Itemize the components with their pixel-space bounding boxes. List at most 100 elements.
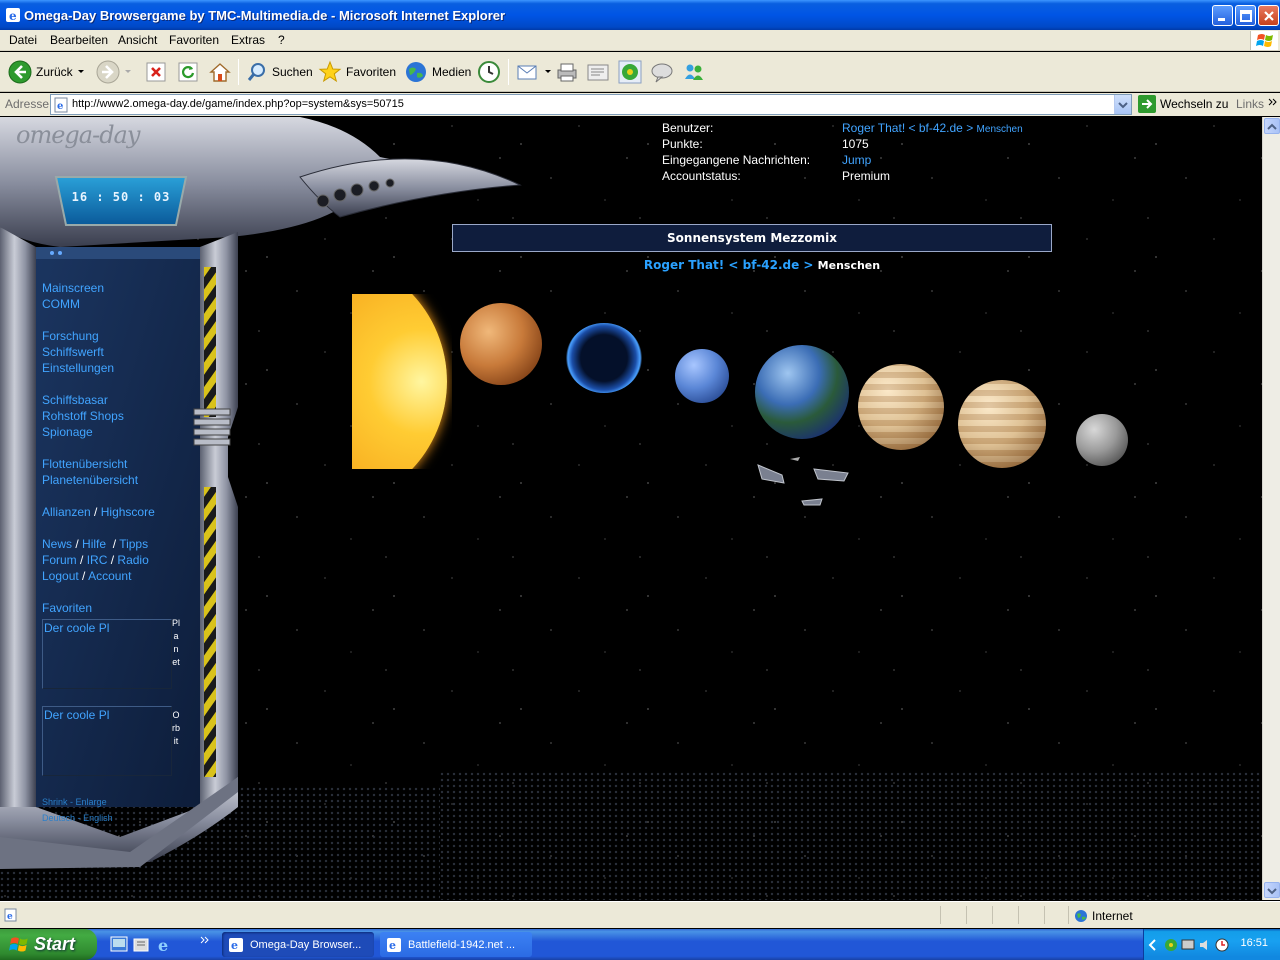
- stop-button[interactable]: [145, 58, 167, 86]
- history-button[interactable]: [477, 58, 501, 86]
- scroll-down-button[interactable]: [1264, 882, 1280, 898]
- nav-einstellungen[interactable]: Einstellungen: [42, 360, 114, 376]
- nav-forschung[interactable]: Forschung: [42, 328, 114, 344]
- nav-irc[interactable]: IRC: [87, 553, 108, 567]
- scroll-up-button[interactable]: [1264, 118, 1280, 134]
- english-link[interactable]: English: [83, 813, 113, 823]
- nav-group-community: News / Hilfe / Tipps Forum / IRC / Radio…: [42, 536, 149, 584]
- nav-rohstoff-shops[interactable]: Rohstoff Shops: [42, 408, 124, 424]
- planet-4[interactable]: [755, 345, 849, 439]
- stop-icon: [146, 62, 166, 82]
- discuss-button[interactable]: [650, 58, 674, 86]
- menu-ansicht[interactable]: Ansicht: [118, 33, 157, 47]
- favorite-planet-name[interactable]: Der coole Pl: [44, 621, 109, 635]
- favorites-button[interactable]: Favoriten: [318, 58, 396, 86]
- fleet-ships[interactable]: [752, 453, 852, 513]
- refresh-button[interactable]: [177, 58, 199, 86]
- quicklaunch-explorer-icon[interactable]: [110, 936, 128, 954]
- menu-favoriten[interactable]: Favoriten: [169, 33, 219, 47]
- task-omega-day[interactable]: e Omega-Day Browser...: [222, 932, 374, 957]
- tray-volume-icon[interactable]: [1198, 938, 1212, 952]
- ie-icon: e: [229, 937, 243, 952]
- user-value[interactable]: Roger That! < bf-42.de > Menschen: [842, 121, 1023, 135]
- omega-day-logo: omega-day: [16, 121, 140, 149]
- links-toolbar[interactable]: Links: [1236, 97, 1264, 111]
- address-dropdown-button[interactable]: [1114, 95, 1131, 114]
- favorite-orbit-box[interactable]: Der coole Pl: [42, 706, 172, 776]
- nav-spionage[interactable]: Spionage: [42, 424, 124, 440]
- menu-help[interactable]: ?: [278, 33, 285, 47]
- nav-separator: /: [112, 537, 117, 551]
- refresh-icon: [178, 62, 198, 82]
- quicklaunch-ie-icon[interactable]: e: [156, 936, 174, 954]
- nav-highscore[interactable]: Highscore: [101, 505, 155, 519]
- quicklaunch-desktop-icon[interactable]: [133, 936, 151, 954]
- shrink-link[interactable]: Shrink: [42, 797, 68, 807]
- nav-tipps[interactable]: Tipps: [119, 537, 148, 551]
- close-button[interactable]: [1258, 5, 1279, 26]
- tray-clock-icon[interactable]: [1215, 938, 1229, 952]
- planet-5[interactable]: [858, 364, 944, 450]
- forward-button[interactable]: [96, 58, 132, 86]
- nav-schiffswerft[interactable]: Schiffswerft: [42, 344, 114, 360]
- planet-6[interactable]: [958, 380, 1046, 468]
- minimize-button[interactable]: [1212, 5, 1233, 26]
- mail-button[interactable]: [516, 58, 552, 86]
- nav-forum[interactable]: Forum: [42, 553, 77, 567]
- menu-datei[interactable]: Datei: [9, 33, 37, 47]
- nav-account[interactable]: Account: [88, 569, 131, 583]
- menu-bearbeiten[interactable]: Bearbeiten: [50, 33, 108, 47]
- nav-favoriten[interactable]: Favoriten: [42, 600, 92, 616]
- nav-planetenuebersicht[interactable]: Planetenübersicht: [42, 472, 138, 488]
- system-owner-name[interactable]: Roger That! < bf-42.de >: [644, 258, 814, 272]
- planet-7[interactable]: [1076, 414, 1128, 466]
- sun[interactable]: [352, 294, 452, 469]
- planet-1[interactable]: [460, 303, 542, 385]
- forward-arrow-icon: [96, 60, 120, 84]
- account-status-value: Premium: [842, 169, 891, 183]
- enlarge-link[interactable]: Enlarge: [76, 797, 107, 807]
- chevron-right-double-icon[interactable]: [200, 936, 210, 946]
- maximize-button[interactable]: [1235, 5, 1256, 26]
- task-battlefield[interactable]: e Battlefield-1942.net ...: [380, 932, 532, 957]
- icq-button[interactable]: [618, 58, 642, 86]
- favorite-orbit-name[interactable]: Der coole Pl: [44, 708, 109, 722]
- minimize-icon: [1218, 18, 1225, 21]
- planet-2[interactable]: [566, 323, 642, 393]
- windows-flag-icon: [1256, 34, 1273, 47]
- nav-radio[interactable]: Radio: [117, 553, 148, 567]
- tray-network-icon[interactable]: [1181, 938, 1195, 952]
- chevron-left-icon[interactable]: [1148, 939, 1158, 951]
- nav-news[interactable]: News: [42, 537, 72, 551]
- nav-mainscreen[interactable]: Mainscreen: [42, 280, 104, 296]
- chevron-right-double-icon[interactable]: [1268, 98, 1278, 108]
- nav-allianzen[interactable]: Allianzen: [42, 505, 91, 519]
- back-button[interactable]: Zurück: [8, 58, 85, 86]
- nav-comm[interactable]: COMM: [42, 296, 104, 312]
- status-segment: [1018, 906, 1019, 924]
- tray-icq-icon[interactable]: [1164, 938, 1178, 952]
- media-button[interactable]: Medien: [404, 58, 471, 86]
- user-name[interactable]: Roger That! < bf-42.de >: [842, 121, 973, 135]
- favorite-planet-box[interactable]: Der coole Pl: [42, 619, 172, 689]
- print-button[interactable]: [555, 58, 579, 86]
- start-button[interactable]: Start: [0, 929, 97, 960]
- messages-value[interactable]: Jump: [842, 153, 871, 167]
- nav-logout[interactable]: Logout: [42, 569, 79, 583]
- go-button[interactable]: Wechseln zu: [1138, 95, 1228, 113]
- home-button[interactable]: [208, 58, 232, 86]
- edit-document-icon: [587, 64, 609, 81]
- messenger-button[interactable]: [682, 58, 706, 86]
- search-button[interactable]: Suchen: [246, 58, 313, 86]
- planet-3[interactable]: [675, 349, 729, 403]
- nav-hilfe[interactable]: Hilfe: [82, 537, 106, 551]
- address-input[interactable]: e http://www2.omega-day.de/game/index.ph…: [50, 94, 1132, 115]
- vertical-scrollbar[interactable]: [1262, 117, 1280, 900]
- menu-extras[interactable]: Extras: [231, 33, 265, 47]
- deutsch-link[interactable]: Deutsch: [42, 813, 75, 823]
- nav-schiffsbasar[interactable]: Schiffsbasar: [42, 392, 124, 408]
- edit-button[interactable]: [586, 58, 610, 86]
- chevron-down-icon[interactable]: [77, 69, 85, 75]
- nav-flottenuebersicht[interactable]: Flottenübersicht: [42, 456, 138, 472]
- address-url[interactable]: http://www2.omega-day.de/game/index.php?…: [72, 98, 404, 110]
